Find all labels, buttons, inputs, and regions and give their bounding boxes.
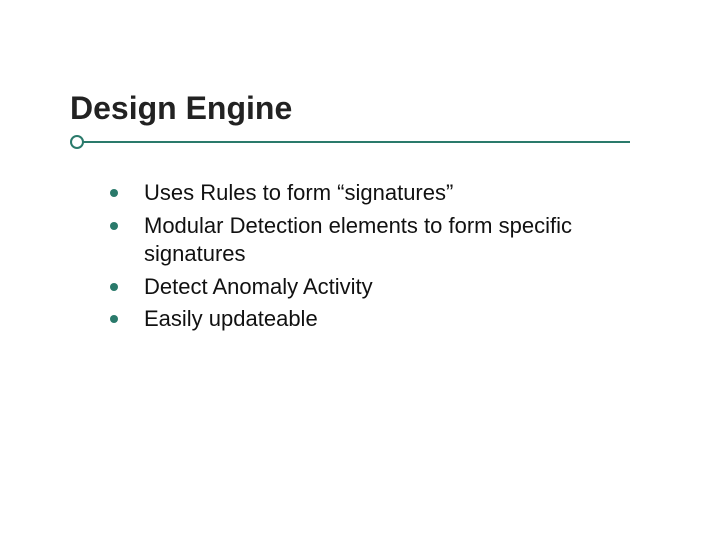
underline-line: [82, 141, 630, 143]
list-item: Easily updateable: [110, 305, 640, 334]
bullet-text: Easily updateable: [144, 305, 318, 334]
bullet-icon: [110, 189, 118, 197]
list-item: Uses Rules to form “signatures”: [110, 179, 640, 208]
bullet-text: Uses Rules to form “signatures”: [144, 179, 453, 208]
underline-circle-icon: [70, 135, 84, 149]
title-underline: [70, 135, 630, 149]
list-item: Detect Anomaly Activity: [110, 273, 640, 302]
slide: Design Engine Uses Rules to form “signat…: [0, 0, 720, 540]
bullet-list: Uses Rules to form “signatures” Modular …: [110, 179, 640, 334]
list-item: Modular Detection elements to form speci…: [110, 212, 640, 269]
bullet-icon: [110, 315, 118, 323]
slide-title: Design Engine: [70, 90, 670, 127]
bullet-icon: [110, 222, 118, 230]
bullet-text: Detect Anomaly Activity: [144, 273, 373, 302]
bullet-icon: [110, 283, 118, 291]
bullet-text: Modular Detection elements to form speci…: [144, 212, 640, 269]
